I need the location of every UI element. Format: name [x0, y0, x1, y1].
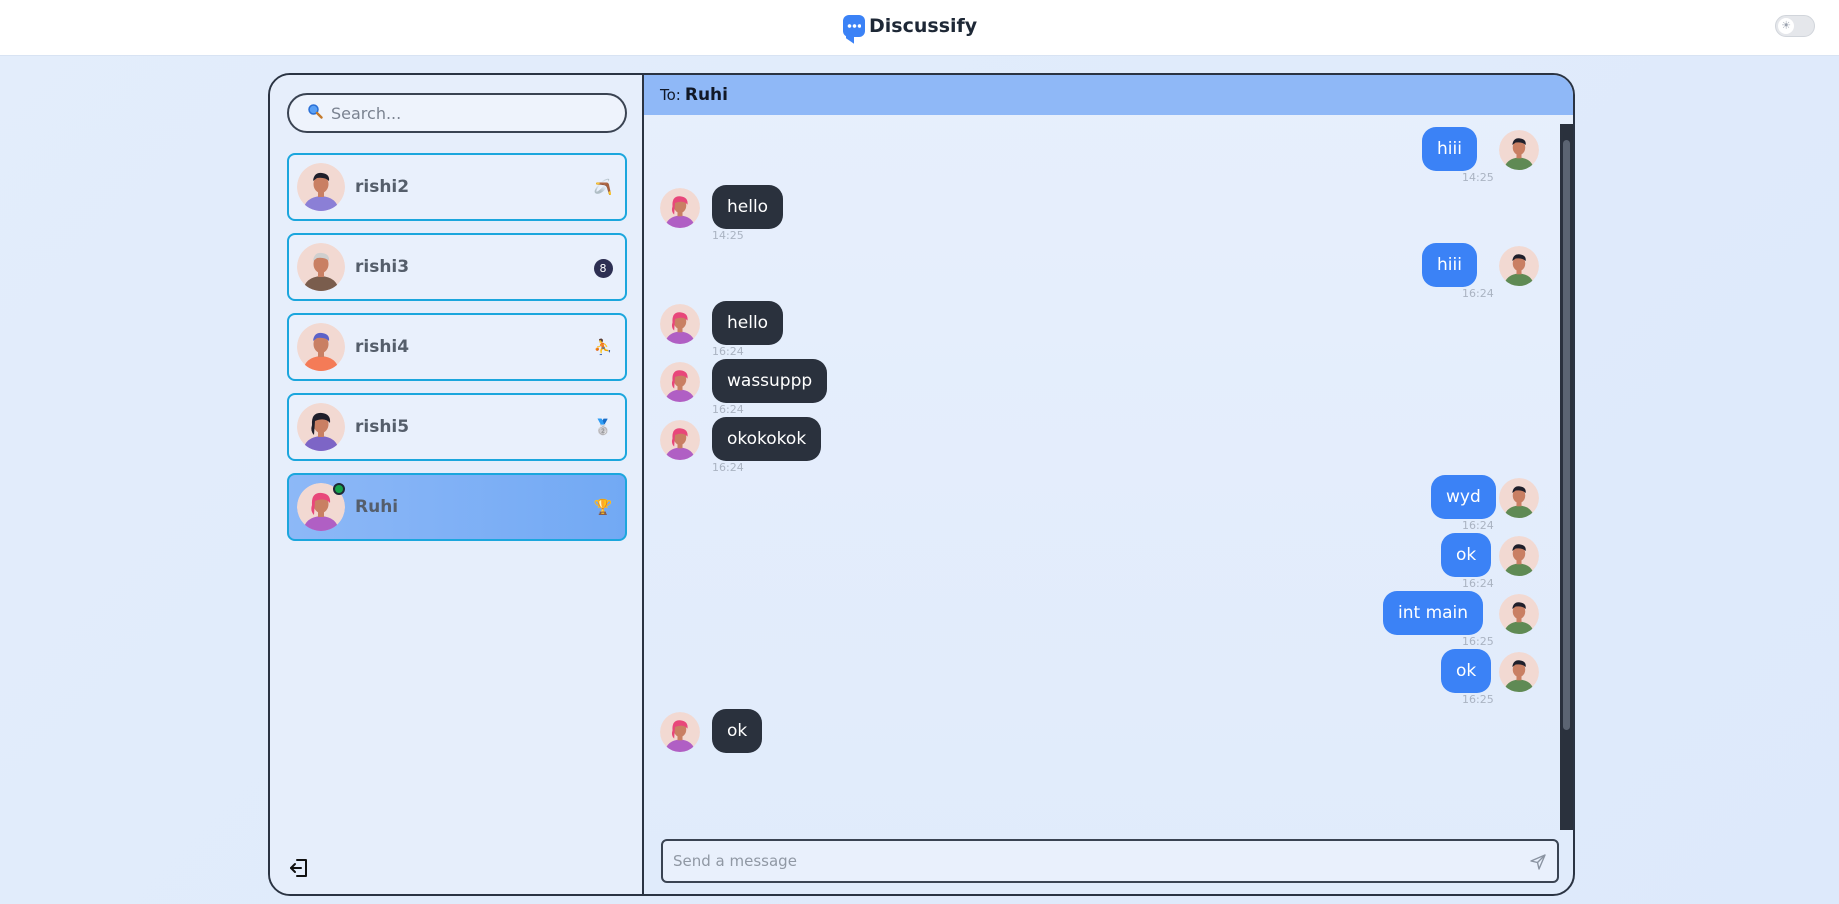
message-bubble[interactable]: wyd [1431, 475, 1496, 519]
message-bubble[interactable]: okokokok [712, 417, 822, 461]
avatar [297, 243, 345, 291]
sidebar: rishi2 🪃 rishi3 8 rishi4 ⛹ rishi5 🥈 Ruhi 🏆 [270, 75, 644, 894]
message-bubble[interactable]: wassuppp [712, 359, 828, 403]
contact-name: rishi4 [355, 337, 410, 357]
avatar [1499, 652, 1539, 692]
chat-area: To: Ruhi hiii 14:25 hello 14:25 hiii 16:24 hel… [644, 75, 1573, 894]
search-box[interactable] [287, 93, 627, 133]
incoming-message: wassuppp 16:24 [644, 359, 1558, 417]
avatar [1499, 130, 1539, 170]
contact-item[interactable]: Ruhi 🏆 [287, 473, 627, 541]
avatar [297, 163, 345, 211]
avatar [660, 712, 700, 752]
message-bubble[interactable]: hiii [1422, 243, 1477, 287]
message-timestamp: 16:25 [1462, 693, 1494, 706]
message-bubble[interactable]: ok [712, 709, 763, 753]
sun-icon: ☀ [1778, 18, 1794, 34]
search-input[interactable] [331, 103, 591, 123]
badge-icon: 🏆 [593, 498, 613, 516]
incoming-message: okokokok 16:24 [644, 417, 1558, 475]
avatar [660, 362, 700, 402]
message-timestamp: 16:24 [1462, 519, 1494, 532]
outgoing-message: ok 16:25 [644, 649, 1558, 707]
message-timestamp: 16:24 [1462, 577, 1494, 590]
logout-icon[interactable] [288, 857, 310, 879]
top-bar: Discussify ☀ [0, 0, 1839, 56]
incoming-message: ok [644, 709, 1558, 767]
avatar [1499, 536, 1539, 576]
scroll-thumb[interactable] [1563, 140, 1570, 730]
outgoing-message: ok 16:24 [644, 533, 1558, 591]
message-bubble[interactable]: hello [712, 301, 784, 345]
message-list: hiii 14:25 hello 14:25 hiii 16:24 hello 16:24 wa… [644, 115, 1558, 832]
outgoing-message: hiii 16:24 [644, 243, 1558, 301]
contact-item[interactable]: rishi4 ⛹ [287, 313, 627, 381]
avatar [1499, 246, 1539, 286]
message-composer[interactable] [661, 839, 1559, 883]
brand[interactable]: Discussify [843, 13, 977, 39]
chat-bubble-icon [843, 15, 865, 37]
avatar [297, 323, 345, 371]
message-timestamp: 16:24 [712, 345, 744, 358]
avatar [660, 188, 700, 228]
contact-name: rishi5 [355, 417, 410, 437]
app-title: Discussify [869, 15, 978, 37]
incoming-message: hello 14:25 [644, 185, 1558, 243]
message-timestamp: 16:24 [1462, 287, 1494, 300]
avatar [297, 403, 345, 451]
avatar [1499, 478, 1539, 518]
outgoing-message: wyd 16:24 [644, 475, 1558, 533]
contact-name: Ruhi [355, 497, 399, 517]
message-input[interactable] [673, 852, 1513, 870]
message-timestamp: 16:25 [1462, 635, 1494, 648]
outgoing-message: hiii 14:25 [644, 127, 1558, 185]
message-bubble[interactable]: ok [1441, 533, 1492, 577]
chat-header: To: Ruhi [644, 75, 1573, 115]
contact-name: rishi3 [355, 257, 410, 277]
badge-icon: 🪃 [593, 178, 613, 196]
message-timestamp: 16:24 [712, 461, 744, 474]
message-scrollbar[interactable] [1560, 124, 1573, 830]
badge-icon: 🥈 [593, 418, 613, 436]
recipient-name: Ruhi [684, 85, 728, 105]
contact-name: rishi2 [355, 177, 410, 197]
online-indicator [333, 483, 345, 495]
badge-icon: ⛹ [593, 338, 613, 356]
search-icon [307, 103, 323, 123]
to-label: To: [660, 86, 681, 104]
message-timestamp: 16:24 [712, 403, 744, 416]
badge-icon: 8 [593, 257, 613, 278]
contact-item[interactable]: rishi2 🪃 [287, 153, 627, 221]
send-icon[interactable] [1529, 853, 1547, 871]
message-timestamp: 14:25 [1462, 171, 1494, 184]
incoming-message: hello 16:24 [644, 301, 1558, 359]
contact-item[interactable]: rishi3 8 [287, 233, 627, 301]
chat-panel: rishi2 🪃 rishi3 8 rishi4 ⛹ rishi5 🥈 Ruhi 🏆 To: Ru… [268, 73, 1575, 896]
avatar [1499, 594, 1539, 634]
avatar [660, 420, 700, 460]
message-bubble[interactable]: hello [712, 185, 784, 229]
contact-item[interactable]: rishi5 🥈 [287, 393, 627, 461]
theme-toggle[interactable]: ☀ [1775, 15, 1815, 37]
message-bubble[interactable]: hiii [1422, 127, 1477, 171]
outgoing-message: int main 16:25 [644, 591, 1558, 649]
message-bubble[interactable]: ok [1441, 649, 1492, 693]
avatar [660, 304, 700, 344]
message-timestamp: 14:25 [712, 229, 744, 242]
message-bubble[interactable]: int main [1383, 591, 1484, 635]
